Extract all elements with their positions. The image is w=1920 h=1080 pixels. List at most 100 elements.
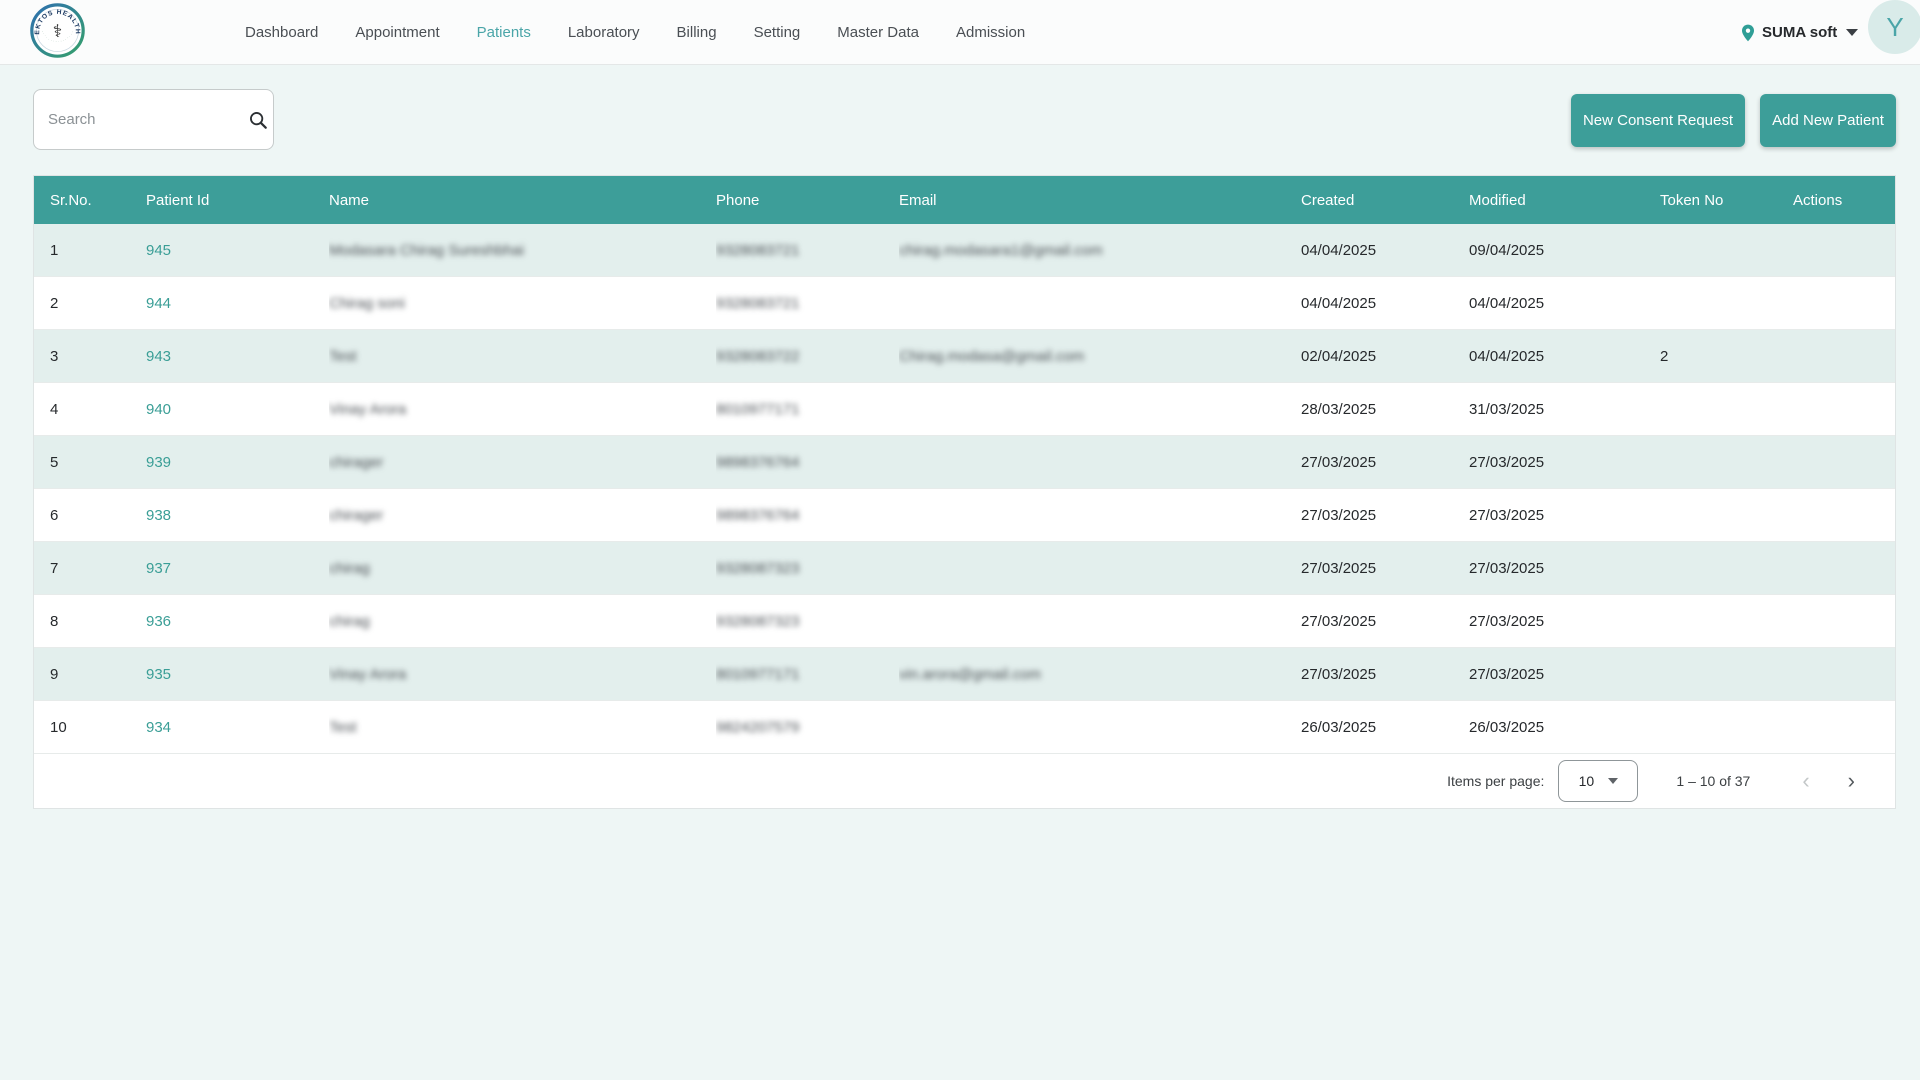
avatar[interactable]: Y: [1868, 0, 1920, 54]
patient-id-link[interactable]: 943: [146, 348, 171, 365]
nav-item-billing[interactable]: Billing: [677, 24, 717, 41]
cell-token: 2: [1646, 330, 1786, 382]
cell-created-value: 27/03/2025: [1301, 507, 1376, 524]
cell-modified: 26/03/2025: [1469, 701, 1646, 753]
column-header-phone: Phone: [716, 176, 899, 224]
cell-phone: 9328083722: [716, 330, 899, 382]
cell-token: [1646, 383, 1786, 435]
search-icon[interactable]: [247, 109, 269, 131]
cell-actions: [1786, 330, 1897, 382]
patient-id-link[interactable]: 945: [146, 242, 171, 259]
cell-sr: 3: [34, 330, 146, 382]
new-consent-request-button[interactable]: New Consent Request: [1571, 94, 1745, 147]
cell-modified: 09/04/2025: [1469, 224, 1646, 276]
patient-id-link[interactable]: 934: [146, 719, 171, 736]
cell-name: Chirag soni: [329, 277, 716, 329]
cell-created-value: 27/03/2025: [1301, 613, 1376, 630]
column-header-actions: Actions: [1786, 176, 1897, 224]
cell-sr-value: 1: [50, 242, 58, 259]
cell-sr-value: 6: [50, 507, 58, 524]
cell-name-value: Chirag soni: [329, 295, 405, 312]
cell-sr-value: 10: [50, 719, 67, 736]
cell-name: Vinay Arora: [329, 383, 716, 435]
cell-modified: 04/04/2025: [1469, 277, 1646, 329]
page-size-select[interactable]: 10: [1558, 760, 1638, 802]
cell-created-value: 28/03/2025: [1301, 401, 1376, 418]
search-box: [33, 89, 274, 150]
nav-item-dashboard[interactable]: Dashboard: [245, 24, 318, 41]
cell-email-value: chirag.modasara1@gmail.com: [899, 242, 1103, 259]
cell-phone-value: 9328087323: [716, 560, 799, 577]
cell-created: 28/03/2025: [1301, 383, 1469, 435]
column-header-email: Email: [899, 176, 1301, 224]
column-header-sr-no-: Sr.No.: [34, 176, 146, 224]
cell-created: 04/04/2025: [1301, 277, 1469, 329]
cell-name-value: Test: [329, 719, 357, 736]
cell-sr: 10: [34, 701, 146, 753]
cell-modified-value: 27/03/2025: [1469, 666, 1544, 683]
cell-phone: 9328083721: [716, 224, 899, 276]
cell-actions: [1786, 648, 1897, 700]
cell-name: chirager: [329, 436, 716, 488]
cell-sr: 9: [34, 648, 146, 700]
cell-name-value: Modasara Chirag Sureshbhai: [329, 242, 524, 259]
cell-name-value: chirag: [329, 613, 370, 630]
table-row: 4940Vinay Arora801097717128/03/202531/03…: [34, 383, 1895, 436]
cell-phone-value: 9328087323: [716, 613, 799, 630]
add-new-patient-button[interactable]: Add New Patient: [1760, 94, 1896, 147]
cell-actions: [1786, 224, 1897, 276]
location-switcher[interactable]: SUMA soft: [1738, 0, 1858, 65]
cell-name: chirag: [329, 542, 716, 594]
cell-created-value: 04/04/2025: [1301, 242, 1376, 259]
cell-modified: 27/03/2025: [1469, 648, 1646, 700]
cell-patient-id: 939: [146, 436, 329, 488]
previous-page-button[interactable]: ‹: [1792, 766, 1819, 796]
cell-token-value: 2: [1660, 348, 1668, 365]
patient-id-link[interactable]: 944: [146, 295, 171, 312]
cell-phone-value: 9328083721: [716, 242, 799, 259]
cell-created: 26/03/2025: [1301, 701, 1469, 753]
cell-actions: [1786, 489, 1897, 541]
cell-created-value: 26/03/2025: [1301, 719, 1376, 736]
cell-token: [1646, 224, 1786, 276]
table-row: 9935Vinay Arora8010977171vin.arora@gmail…: [34, 648, 1895, 701]
patient-id-link[interactable]: 936: [146, 613, 171, 630]
cell-name: chirager: [329, 489, 716, 541]
cell-email: vin.arora@gmail.com: [899, 648, 1301, 700]
top-bar: EKTOS HEALTH · · · · · · · · · · · · · ·…: [0, 0, 1920, 65]
cell-created: 27/03/2025: [1301, 648, 1469, 700]
cell-created-value: 04/04/2025: [1301, 295, 1376, 312]
search-input[interactable]: [48, 111, 247, 128]
patient-id-link[interactable]: 937: [146, 560, 171, 577]
cell-name: Test: [329, 330, 716, 382]
cell-sr-value: 7: [50, 560, 58, 577]
cell-created-value: 27/03/2025: [1301, 454, 1376, 471]
cell-phone: 9328083721: [716, 277, 899, 329]
cell-sr: 4: [34, 383, 146, 435]
cell-phone-value: 9824207579: [716, 719, 799, 736]
next-page-button[interactable]: ›: [1838, 766, 1865, 796]
column-header-created: Created: [1301, 176, 1469, 224]
caduceus-icon: ⚕: [53, 21, 62, 41]
cell-email: [899, 595, 1301, 647]
cell-name-value: chirag: [329, 560, 370, 577]
patient-id-link[interactable]: 940: [146, 401, 171, 418]
nav-item-patients[interactable]: Patients: [477, 24, 531, 41]
patient-id-link[interactable]: 939: [146, 454, 171, 471]
table-row: 6938chirager989837676427/03/202527/03/20…: [34, 489, 1895, 542]
nav-item-master-data[interactable]: Master Data: [837, 24, 919, 41]
nav-item-laboratory[interactable]: Laboratory: [568, 24, 640, 41]
cell-phone-value: 9328083722: [716, 348, 799, 365]
patient-id-link[interactable]: 935: [146, 666, 171, 683]
nav-item-appointment[interactable]: Appointment: [355, 24, 439, 41]
cell-created-value: 27/03/2025: [1301, 666, 1376, 683]
nav-item-admission[interactable]: Admission: [956, 24, 1025, 41]
column-header-name: Name: [329, 176, 716, 224]
cell-modified: 27/03/2025: [1469, 489, 1646, 541]
nav-item-setting[interactable]: Setting: [754, 24, 801, 41]
cell-token: [1646, 436, 1786, 488]
table-body: 1 945 Modasara Chirag Sureshbhai 9328083721…: [34, 224, 1895, 754]
cell-created: 27/03/2025: [1301, 489, 1469, 541]
patient-id-link[interactable]: 938: [146, 507, 171, 524]
cell-created-value: 27/03/2025: [1301, 560, 1376, 577]
